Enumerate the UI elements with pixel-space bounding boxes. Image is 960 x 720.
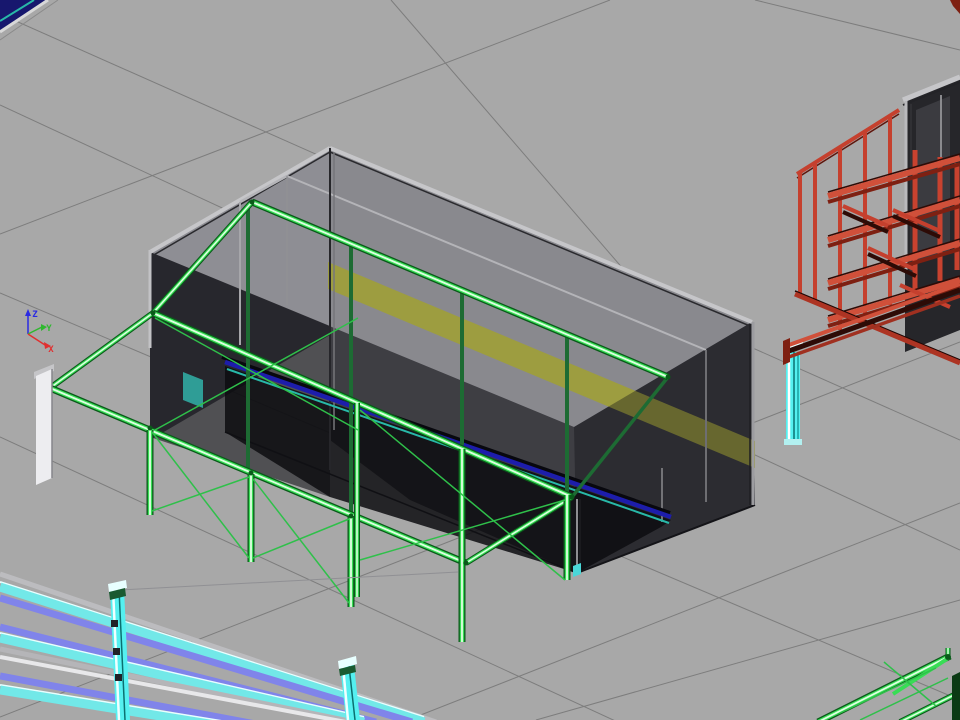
- axis-x-line: [28, 334, 45, 345]
- green-rail-riser: [50, 313, 153, 388]
- green-joint: [464, 561, 469, 566]
- axis-label-x: X: [48, 345, 54, 355]
- green-brace: [152, 477, 249, 511]
- green-joint: [349, 514, 354, 519]
- cyan-post-joint: [113, 648, 120, 655]
- grid-line: [755, 0, 960, 50]
- green-brace: [860, 678, 948, 720]
- wire-line: [120, 572, 458, 590]
- cyan-column-base: [784, 439, 802, 445]
- white-slab: [36, 369, 52, 485]
- green-corner-edge: [952, 672, 960, 720]
- topright-red-fragment: [950, 0, 960, 14]
- green-joint: [249, 471, 254, 476]
- cyan-post-joint: [115, 674, 122, 681]
- topright-glass-box-inner: [916, 96, 950, 262]
- green-joint: [666, 375, 671, 380]
- green-joint: [570, 495, 575, 500]
- red-wall-top-rail: [797, 110, 899, 174]
- red-wall-top-rail-shadow: [797, 114, 899, 178]
- green-joint: [945, 654, 951, 660]
- green-brace: [253, 519, 349, 558]
- axis-label-y: Y: [46, 324, 52, 334]
- green-joint: [148, 426, 153, 431]
- red-ibeam-endcap: [783, 338, 790, 365]
- viewport-canvas[interactable]: ZY X: [0, 0, 960, 720]
- axis-y-line: [28, 327, 42, 334]
- green-joint: [151, 311, 156, 316]
- axis-z-arrow: [25, 309, 31, 316]
- viewport-window: ZY X: [0, 0, 960, 720]
- green-joint: [250, 200, 255, 205]
- cyan-post-joint: [111, 620, 118, 627]
- axis-label-z: Z: [32, 310, 38, 320]
